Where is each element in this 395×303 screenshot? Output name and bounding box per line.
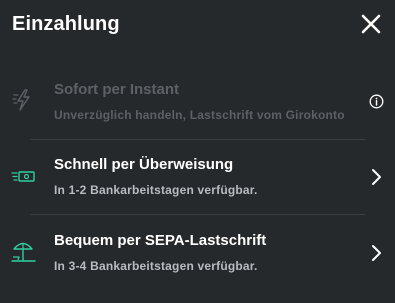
- option-transfer[interactable]: Schnell per Überweisung In 1-2 Bankarbei…: [0, 140, 395, 216]
- info-icon: [369, 94, 384, 109]
- option-sepa[interactable]: Bequem per SEPA-Lastschrift In 3-4 Banka…: [0, 215, 395, 291]
- option-title: Sofort per Instant: [54, 81, 180, 98]
- option-subtitle: In 3-4 Bankarbeitstagen verfügbar.: [54, 259, 258, 273]
- close-icon: [361, 14, 381, 34]
- option-subtitle: Unverzüglich handeln, Lastschrift vom Gi…: [54, 108, 345, 122]
- close-button[interactable]: [358, 11, 384, 37]
- option-instant[interactable]: Sofort per Instant Unverzüglich handeln,…: [0, 64, 395, 140]
- chevron-right-icon: [370, 168, 382, 186]
- page-title: Einzahlung: [12, 13, 120, 35]
- beach-umbrella-icon: [10, 239, 38, 263]
- option-title: Bequem per SEPA-Lastschrift: [54, 232, 267, 249]
- banknote-icon: [10, 167, 38, 191]
- chevron-right-icon: [370, 244, 382, 262]
- option-title: Schnell per Überweisung: [54, 156, 234, 173]
- info-button[interactable]: [369, 94, 384, 109]
- option-subtitle: In 1-2 Bankarbeitstagen verfügbar.: [54, 183, 258, 197]
- lightning-icon: [10, 88, 38, 112]
- header: Einzahlung: [0, 0, 395, 50]
